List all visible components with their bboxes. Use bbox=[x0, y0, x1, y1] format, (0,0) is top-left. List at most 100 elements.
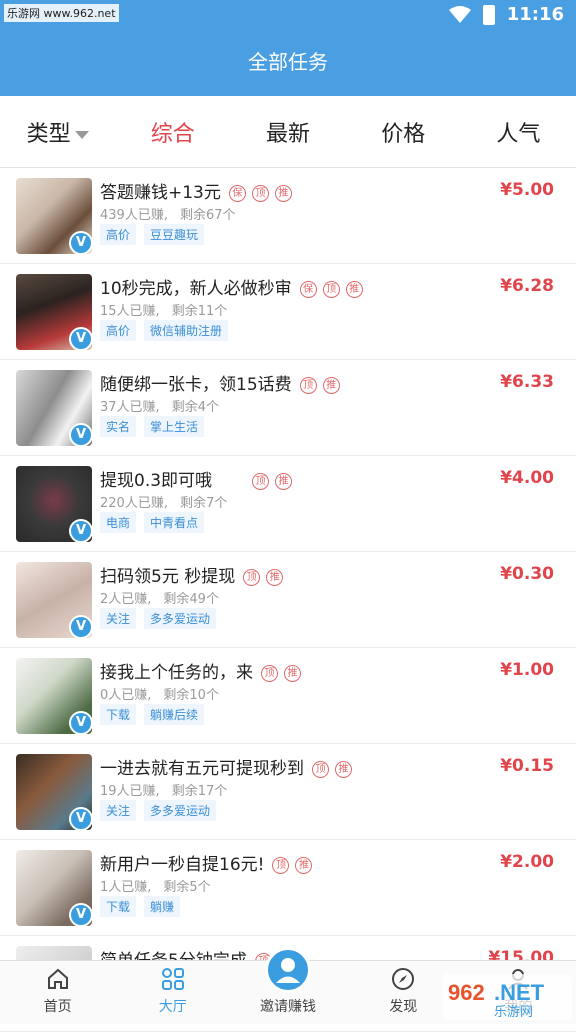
tab-newest[interactable]: 最新 bbox=[230, 116, 345, 148]
watermark-text: 乐游网 www.962.net bbox=[4, 4, 119, 22]
watermark-logo: 962 .NET 乐游网 bbox=[442, 974, 572, 1020]
task-thumbnail: V bbox=[16, 562, 92, 638]
task-price: ¥1.00 bbox=[500, 660, 554, 680]
tab-price[interactable]: 价格 bbox=[346, 116, 461, 148]
nav-home[interactable]: 首页 bbox=[0, 961, 115, 1024]
verified-icon: V bbox=[69, 519, 92, 542]
task-tag: 多多爱运动 bbox=[144, 800, 216, 821]
task-item[interactable]: V 10秒完成，新人必做秒审保顶推 15人已赚,剩余11个 高价微信辅助注册 ¥… bbox=[0, 264, 576, 360]
verified-icon: V bbox=[69, 615, 92, 638]
task-item[interactable]: V 一进去就有五元可提现秒到顶推 19人已赚,剩余17个 关注多多爱运动 ¥0.… bbox=[0, 744, 576, 840]
ding-icon: 顶 bbox=[272, 857, 289, 874]
tab-overall[interactable]: 综合 bbox=[115, 116, 230, 148]
battery-icon bbox=[483, 5, 495, 25]
verified-icon: V bbox=[69, 231, 92, 254]
task-stats: 220人已赚,剩余7个 bbox=[100, 492, 227, 511]
task-price: ¥0.30 bbox=[500, 564, 554, 584]
tui-icon: 推 bbox=[295, 857, 312, 874]
task-thumbnail: V bbox=[16, 658, 92, 734]
task-tag: 高价 bbox=[100, 224, 136, 245]
svg-text:乐游网: 乐游网 bbox=[494, 1005, 533, 1020]
status-bar: 乐游网 www.962.net 11:16 bbox=[0, 0, 576, 30]
tui-icon: 推 bbox=[335, 761, 352, 778]
bao-icon: 保 bbox=[229, 185, 246, 202]
nav-invite[interactable]: 邀请赚钱 bbox=[230, 961, 345, 1024]
task-stats: 2人已赚,剩余49个 bbox=[100, 588, 219, 607]
task-item[interactable]: V 接我上个任务的，来顶推 0人已赚,剩余10个 下载躺赚后续 ¥1.00 bbox=[0, 648, 576, 744]
task-list: V 答题赚钱+13元保顶推 439人已赚,剩余67个 高价豆豆趣玩 ¥5.00 … bbox=[0, 168, 576, 1032]
verified-icon: V bbox=[69, 423, 92, 446]
status-time: 11:16 bbox=[507, 4, 564, 25]
ding-icon: 顶 bbox=[243, 569, 260, 586]
task-price: ¥2.00 bbox=[500, 852, 554, 872]
verified-icon: V bbox=[69, 903, 92, 926]
task-title: 扫码领5元 秒提现 bbox=[100, 567, 235, 587]
verified-icon: V bbox=[69, 327, 92, 350]
ding-icon: 顶 bbox=[261, 665, 278, 682]
tab-popular[interactable]: 人气 bbox=[461, 116, 576, 148]
svg-text:.NET: .NET bbox=[494, 980, 545, 1005]
task-stats: 19人已赚,剩余17个 bbox=[100, 780, 227, 799]
verified-icon: V bbox=[69, 711, 92, 734]
task-thumbnail: V bbox=[16, 466, 92, 542]
task-price: ¥6.28 bbox=[500, 276, 554, 296]
bao-icon: 保 bbox=[300, 281, 317, 298]
task-tag: 多多爱运动 bbox=[144, 608, 216, 629]
task-tag: 躺赚 bbox=[144, 896, 180, 917]
home-icon bbox=[45, 966, 71, 992]
tui-icon: 推 bbox=[284, 665, 301, 682]
task-stats: 0人已赚,剩余10个 bbox=[100, 684, 219, 703]
task-tag: 微信辅助注册 bbox=[144, 320, 228, 341]
task-tag: 电商 bbox=[100, 512, 136, 533]
task-title: 提现0.3即可哦 bbox=[100, 471, 212, 491]
task-tag: 躺赚后续 bbox=[144, 704, 204, 725]
ding-icon: 顶 bbox=[252, 185, 269, 202]
tui-icon: 推 bbox=[323, 377, 340, 394]
page-title: 全部任务 bbox=[0, 30, 576, 96]
task-thumbnail: V bbox=[16, 274, 92, 350]
task-price: ¥5.00 bbox=[500, 180, 554, 200]
task-tag: 下载 bbox=[100, 704, 136, 725]
task-item[interactable]: V 提现0.3即可哦 顶推 220人已赚,剩余7个 电商中青看点 ¥4.00 bbox=[0, 456, 576, 552]
nav-hall[interactable]: 大厅 bbox=[115, 961, 230, 1024]
wifi-icon bbox=[449, 6, 471, 24]
task-item[interactable]: V 答题赚钱+13元保顶推 439人已赚,剩余67个 高价豆豆趣玩 ¥5.00 bbox=[0, 168, 576, 264]
tab-type[interactable]: 类型 bbox=[0, 116, 115, 148]
filter-tabs: 类型 综合 最新 价格 人气 bbox=[0, 96, 576, 168]
verified-icon: V bbox=[69, 807, 92, 830]
tui-icon: 推 bbox=[275, 185, 292, 202]
task-tag: 关注 bbox=[100, 608, 136, 629]
task-title: 接我上个任务的，来 bbox=[100, 663, 253, 683]
caret-down-icon bbox=[75, 131, 89, 139]
grid-icon bbox=[160, 966, 186, 992]
task-title: 新用户一秒自提16元! bbox=[100, 855, 264, 875]
task-tag: 高价 bbox=[100, 320, 136, 341]
task-stats: 1人已赚,剩余5个 bbox=[100, 876, 211, 895]
task-thumbnail: V bbox=[16, 178, 92, 254]
task-item[interactable]: V 扫码领5元 秒提现顶推 2人已赚,剩余49个 关注多多爱运动 ¥0.30 bbox=[0, 552, 576, 648]
task-tag: 关注 bbox=[100, 800, 136, 821]
task-item[interactable]: V 随便绑一张卡，领15话费顶推 37人已赚,剩余4个 实名掌上生活 ¥6.33 bbox=[0, 360, 576, 456]
task-price: ¥4.00 bbox=[500, 468, 554, 488]
task-title: 答题赚钱+13元 bbox=[100, 183, 221, 203]
svg-text:962: 962 bbox=[448, 980, 485, 1005]
task-tag: 豆豆趣玩 bbox=[144, 224, 204, 245]
invite-user-icon bbox=[265, 947, 311, 993]
task-title: 随便绑一张卡，领15话费 bbox=[100, 375, 292, 395]
task-stats: 439人已赚,剩余67个 bbox=[100, 204, 236, 223]
tui-icon: 推 bbox=[275, 473, 292, 490]
task-stats: 37人已赚,剩余4个 bbox=[100, 396, 219, 415]
ding-icon: 顶 bbox=[252, 473, 269, 490]
task-title: 10秒完成，新人必做秒审 bbox=[100, 279, 292, 299]
tui-icon: 推 bbox=[266, 569, 283, 586]
task-thumbnail: V bbox=[16, 370, 92, 446]
task-tag: 下载 bbox=[100, 896, 136, 917]
task-title: 一进去就有五元可提现秒到 bbox=[100, 759, 304, 779]
ding-icon: 顶 bbox=[323, 281, 340, 298]
compass-icon bbox=[390, 966, 416, 992]
task-item[interactable]: V 新用户一秒自提16元! 顶推 1人已赚,剩余5个 下载躺赚 ¥2.00 bbox=[0, 840, 576, 936]
tui-icon: 推 bbox=[346, 281, 363, 298]
task-tag: 中青看点 bbox=[144, 512, 204, 533]
task-thumbnail: V bbox=[16, 850, 92, 926]
task-price: ¥6.33 bbox=[500, 372, 554, 392]
